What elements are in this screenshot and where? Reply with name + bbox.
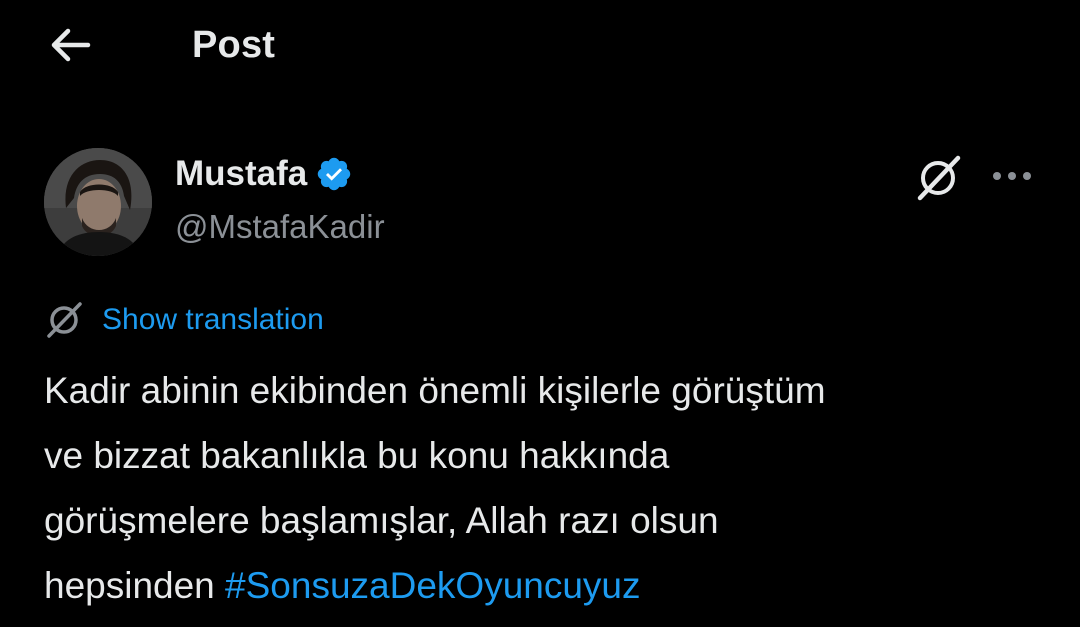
avatar-image	[44, 148, 152, 256]
back-button[interactable]	[44, 22, 96, 68]
translate-icon	[47, 302, 82, 338]
post-author: Mustafa @MstafaKadir	[0, 140, 1080, 260]
post-text-line: Kadir abinin ekibinden önemli kişilerle …	[44, 370, 826, 411]
page-title: Post	[192, 24, 276, 66]
show-translation-label: Show translation	[102, 303, 324, 336]
grok-icon	[917, 155, 961, 201]
name-row: Mustafa	[175, 154, 353, 194]
more-horizontal-icon	[993, 172, 1031, 180]
post-text-line: görüşmelere başlamışlar, Allah razı olsu…	[44, 500, 719, 541]
verified-badge-icon	[315, 155, 353, 193]
arrow-left-icon	[51, 28, 91, 62]
display-name[interactable]: Mustafa	[175, 154, 307, 194]
more-options-button[interactable]	[984, 154, 1040, 198]
grok-button[interactable]	[910, 150, 966, 206]
top-bar: Post	[0, 0, 1080, 92]
post-text: Kadir abinin ekibinden önemli kişilerle …	[44, 358, 1044, 618]
user-handle[interactable]: @MstafaKadir	[175, 208, 385, 246]
post-text-segment: hepsinden	[44, 565, 226, 606]
post-text-last-line: hepsinden #SonsuzaDekOyuncuyuz	[44, 553, 1044, 618]
show-translation-button[interactable]: Show translation	[44, 300, 324, 340]
hashtag-link[interactable]: #SonsuzaDekOyuncuyuz	[225, 565, 640, 606]
avatar[interactable]	[44, 148, 152, 256]
post-text-line: ve bizzat bakanlıkla bu konu hakkında	[44, 435, 670, 476]
